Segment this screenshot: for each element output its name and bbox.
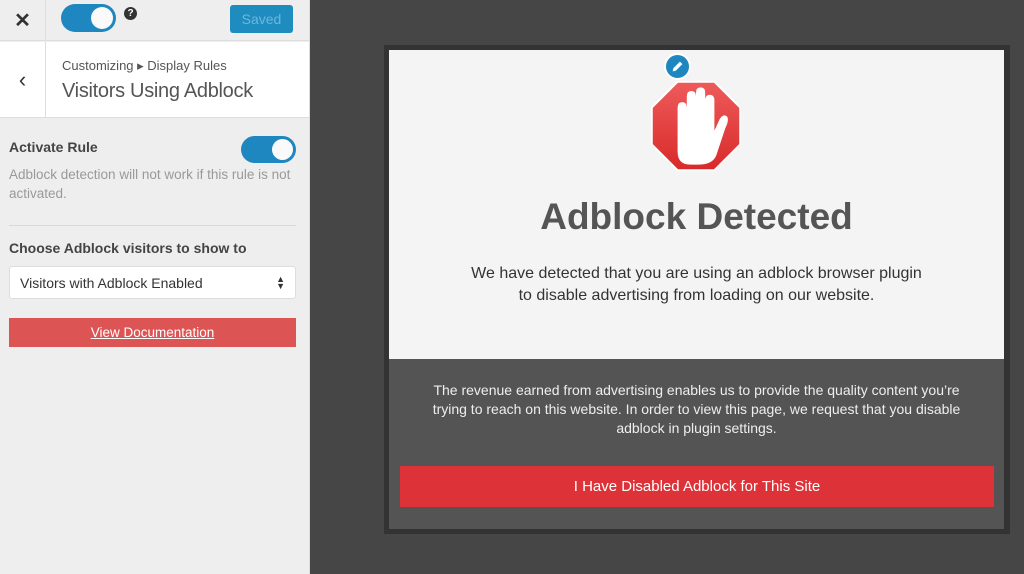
close-button[interactable]: ✕	[0, 0, 46, 41]
panel-header: ‹ Customizing ▸ Display Rules Visitors U…	[0, 42, 309, 118]
disabled-adblock-button[interactable]: I Have Disabled Adblock for This Site	[400, 466, 994, 507]
visitors-select[interactable]: Visitors with Adblock Enabled ▲ ▼	[9, 266, 296, 299]
select-arrows-icon: ▲ ▼	[276, 273, 285, 291]
customizer-topbar: ✕ ? Saved	[0, 0, 309, 41]
select-value: Visitors with Adblock Enabled	[20, 274, 203, 291]
divider	[9, 225, 296, 226]
modal-info: The revenue earned from advertising enab…	[432, 382, 961, 436]
modal-title: Adblock Detected	[540, 196, 853, 237]
help-icon[interactable]: ?	[124, 7, 137, 20]
toggle-knob	[272, 139, 293, 160]
pencil-icon[interactable]	[664, 53, 691, 80]
publish-toggle[interactable]	[61, 4, 116, 32]
breadcrumb: Customizing ▸ Display Rules	[62, 58, 227, 73]
back-button[interactable]: ‹	[0, 42, 46, 118]
activate-rule-description: Adblock detection will not work if this …	[9, 167, 291, 201]
close-icon: ✕	[14, 10, 31, 32]
saved-button[interactable]: Saved	[230, 5, 293, 33]
toggle-knob	[91, 7, 113, 29]
chevron-left-icon: ‹	[18, 67, 27, 92]
stop-hand-icon	[650, 80, 742, 172]
choose-visitors-label: Choose Adblock visitors to show to	[9, 240, 247, 256]
customizer-sidebar: ✕ ? Saved ‹ Customizing ▸ Display Rules …	[0, 0, 310, 574]
view-documentation-button[interactable]: View Documentation	[9, 318, 296, 347]
modal-message: We have detected that you are using an a…	[471, 265, 922, 304]
page-title: Visitors Using Adblock	[62, 80, 253, 102]
activate-rule-toggle[interactable]	[241, 136, 296, 163]
